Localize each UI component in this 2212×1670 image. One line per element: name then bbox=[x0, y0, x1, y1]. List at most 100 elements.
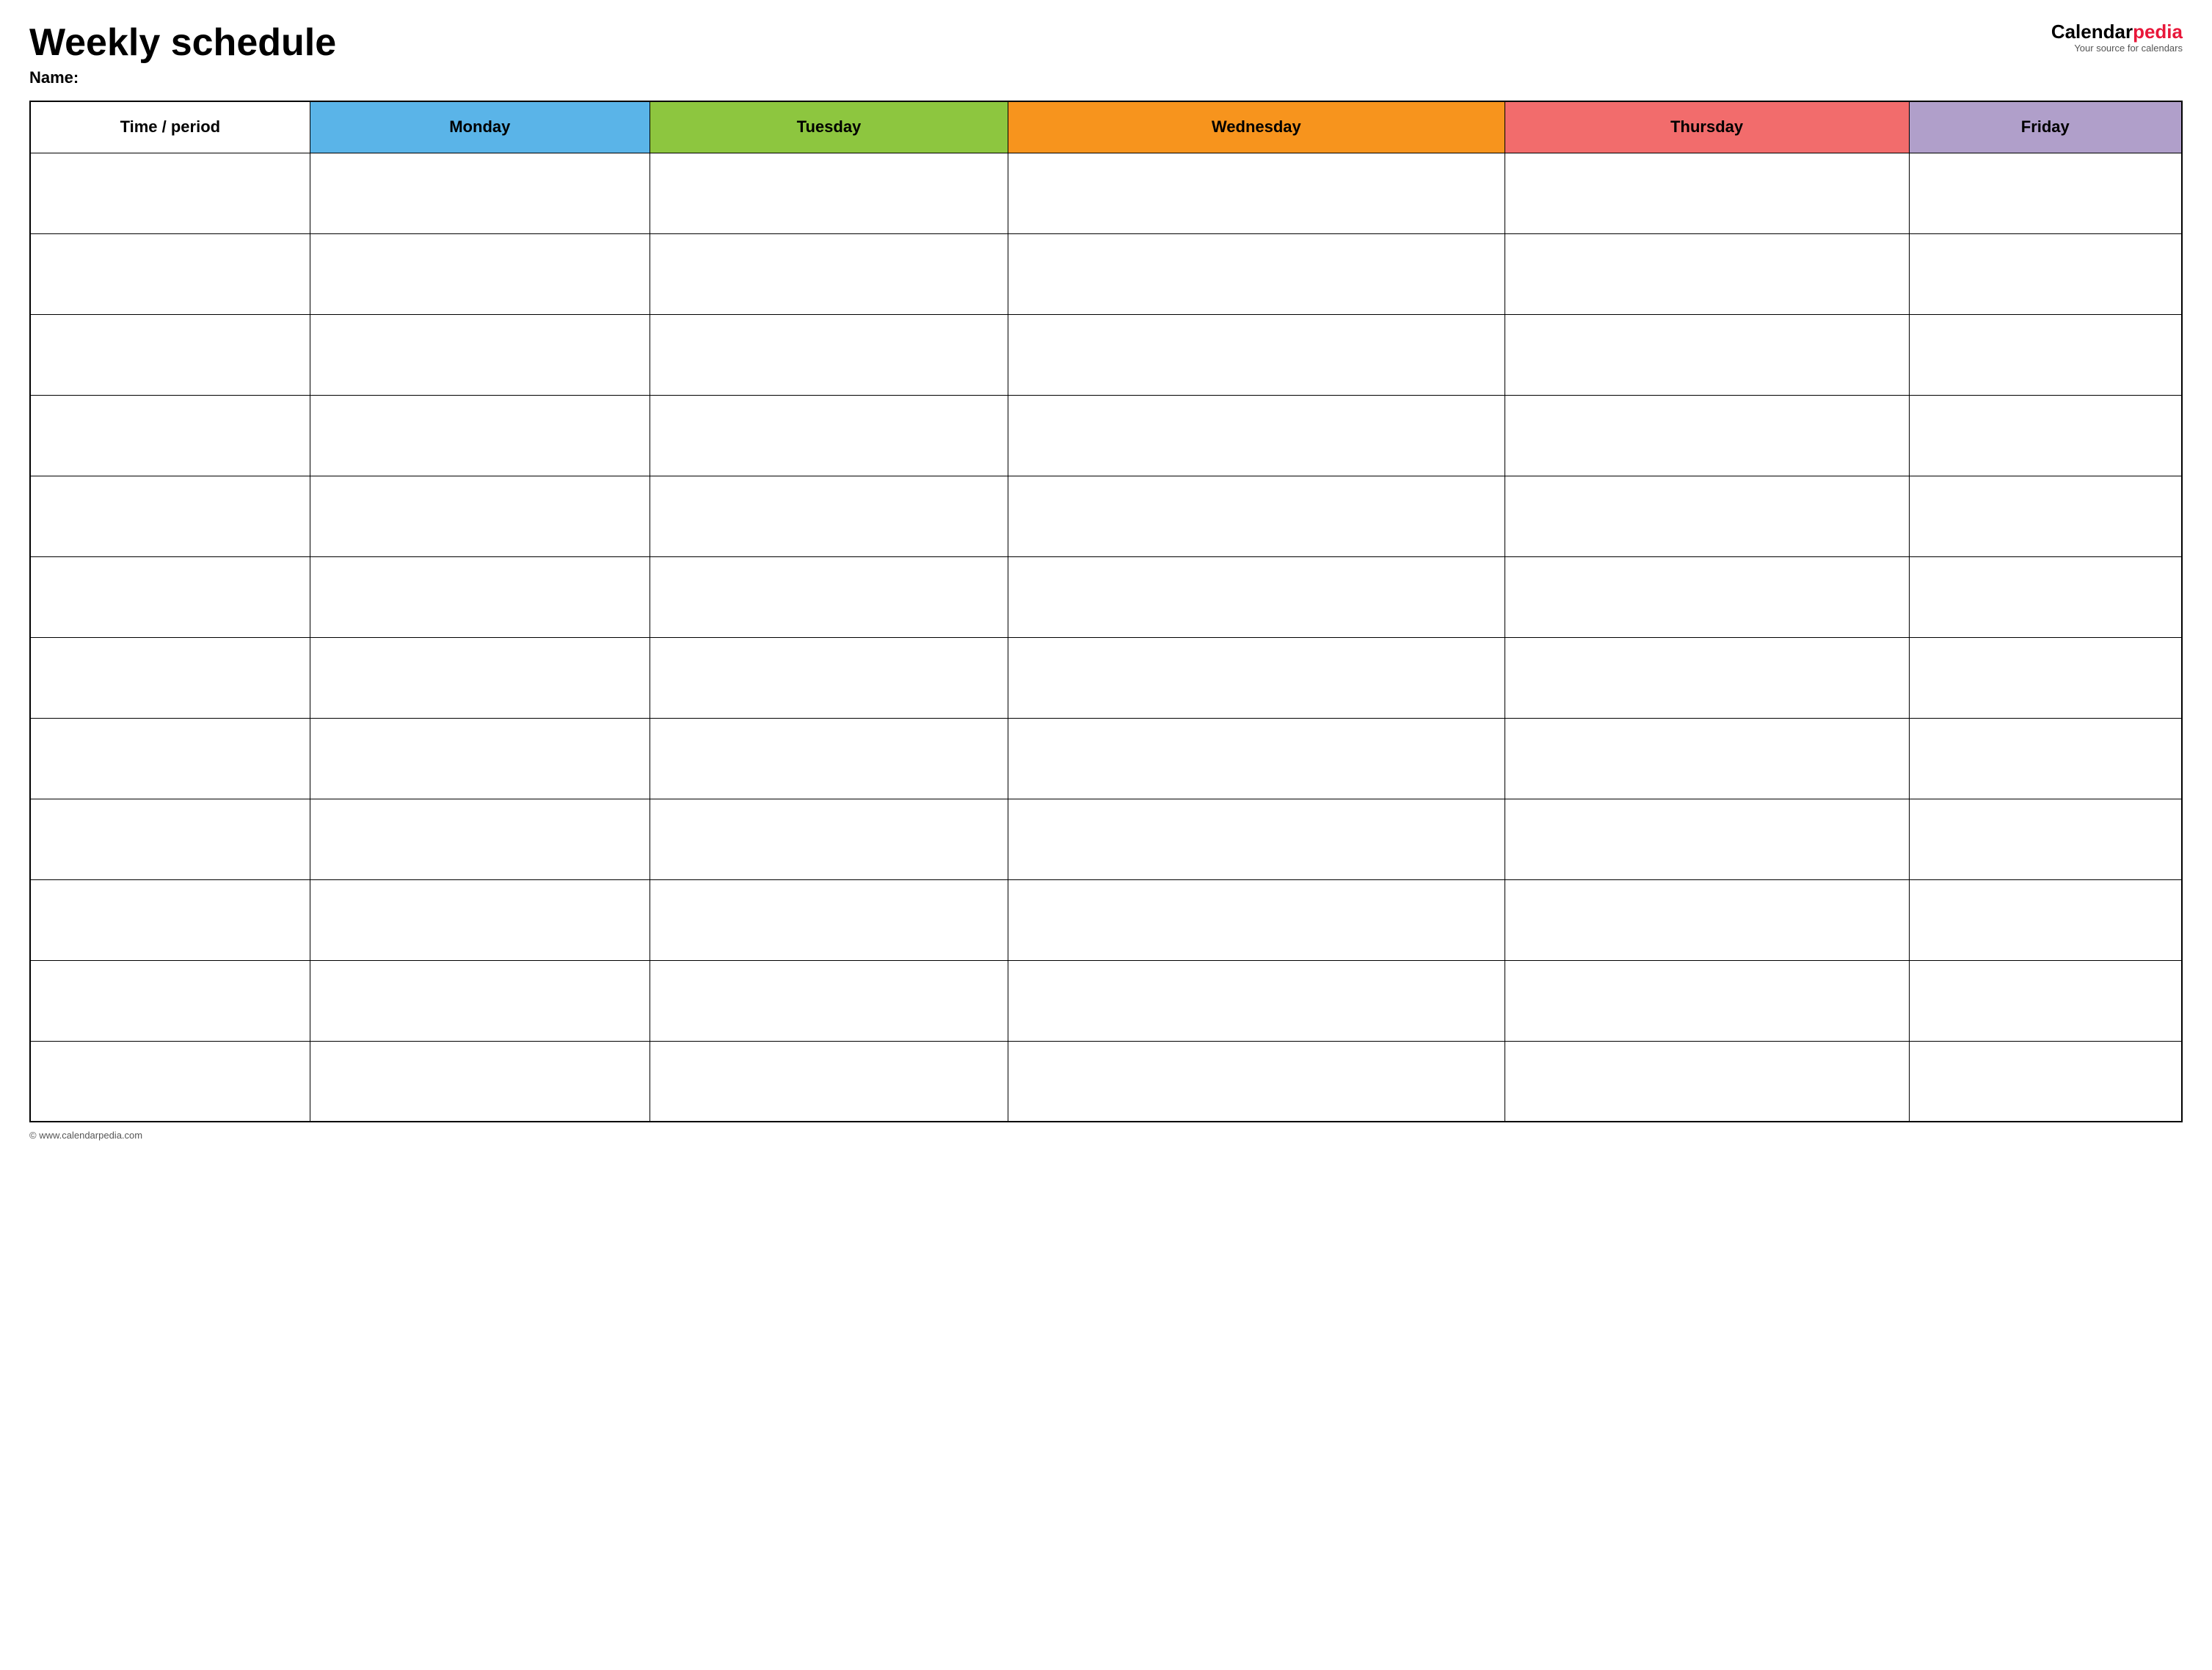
table-row bbox=[30, 799, 2182, 879]
table-cell[interactable] bbox=[1505, 799, 1909, 879]
table-cell[interactable] bbox=[1008, 960, 1505, 1041]
table-cell[interactable] bbox=[1008, 153, 1505, 233]
table-cell[interactable] bbox=[1505, 314, 1909, 395]
table-cell[interactable] bbox=[1909, 476, 2182, 556]
logo-section: Calendarpedia Your source for calendars bbox=[2051, 22, 2183, 54]
col-header-monday: Monday bbox=[310, 101, 650, 153]
table-cell[interactable] bbox=[1008, 718, 1505, 799]
table-cell[interactable] bbox=[1008, 799, 1505, 879]
table-cell[interactable] bbox=[1008, 1041, 1505, 1122]
table-cell[interactable] bbox=[1909, 556, 2182, 637]
table-cell[interactable] bbox=[1505, 476, 1909, 556]
table-cell[interactable] bbox=[1505, 960, 1909, 1041]
table-cell[interactable] bbox=[30, 314, 310, 395]
name-label: Name: bbox=[29, 68, 336, 87]
logo-subtitle: Your source for calendars bbox=[2074, 43, 2183, 54]
table-row bbox=[30, 476, 2182, 556]
table-cell[interactable] bbox=[650, 233, 1008, 314]
table-cell[interactable] bbox=[310, 718, 650, 799]
table-cell[interactable] bbox=[30, 395, 310, 476]
table-cell[interactable] bbox=[650, 153, 1008, 233]
table-row bbox=[30, 637, 2182, 718]
table-cell[interactable] bbox=[650, 476, 1008, 556]
table-cell[interactable] bbox=[1505, 153, 1909, 233]
table-cell[interactable] bbox=[310, 153, 650, 233]
table-cell[interactable] bbox=[1505, 556, 1909, 637]
col-header-time: Time / period bbox=[30, 101, 310, 153]
table-row bbox=[30, 1041, 2182, 1122]
table-cell[interactable] bbox=[650, 718, 1008, 799]
table-cell[interactable] bbox=[1008, 314, 1505, 395]
col-header-wednesday: Wednesday bbox=[1008, 101, 1505, 153]
table-cell[interactable] bbox=[1909, 395, 2182, 476]
table-body bbox=[30, 153, 2182, 1122]
table-cell[interactable] bbox=[650, 637, 1008, 718]
table-cell[interactable] bbox=[310, 637, 650, 718]
table-cell[interactable] bbox=[1008, 637, 1505, 718]
col-header-thursday: Thursday bbox=[1505, 101, 1909, 153]
table-cell[interactable] bbox=[1909, 637, 2182, 718]
table-cell[interactable] bbox=[30, 799, 310, 879]
table-cell[interactable] bbox=[310, 879, 650, 960]
table-cell[interactable] bbox=[1505, 395, 1909, 476]
table-cell[interactable] bbox=[1909, 233, 2182, 314]
table-cell[interactable] bbox=[30, 476, 310, 556]
table-cell[interactable] bbox=[1909, 960, 2182, 1041]
footer: © www.calendarpedia.com bbox=[29, 1130, 2183, 1141]
table-cell[interactable] bbox=[30, 718, 310, 799]
table-row bbox=[30, 314, 2182, 395]
table-cell[interactable] bbox=[30, 153, 310, 233]
table-cell[interactable] bbox=[310, 314, 650, 395]
table-cell[interactable] bbox=[650, 314, 1008, 395]
table-cell[interactable] bbox=[30, 1041, 310, 1122]
logo-pedia: pedia bbox=[2133, 21, 2183, 43]
schedule-table: Time / period Monday Tuesday Wednesday T… bbox=[29, 101, 2183, 1122]
table-cell[interactable] bbox=[1505, 233, 1909, 314]
table-cell[interactable] bbox=[650, 960, 1008, 1041]
table-row bbox=[30, 960, 2182, 1041]
table-header: Time / period Monday Tuesday Wednesday T… bbox=[30, 101, 2182, 153]
table-cell[interactable] bbox=[650, 395, 1008, 476]
table-cell[interactable] bbox=[1505, 718, 1909, 799]
table-cell[interactable] bbox=[30, 637, 310, 718]
table-cell[interactable] bbox=[30, 960, 310, 1041]
table-cell[interactable] bbox=[650, 556, 1008, 637]
table-cell[interactable] bbox=[1909, 1041, 2182, 1122]
table-cell[interactable] bbox=[310, 1041, 650, 1122]
table-cell[interactable] bbox=[1909, 799, 2182, 879]
table-cell[interactable] bbox=[650, 879, 1008, 960]
table-cell[interactable] bbox=[1008, 233, 1505, 314]
table-cell[interactable] bbox=[1909, 314, 2182, 395]
col-header-friday: Friday bbox=[1909, 101, 2182, 153]
copyright: © www.calendarpedia.com bbox=[29, 1130, 142, 1141]
table-cell[interactable] bbox=[1909, 153, 2182, 233]
table-cell[interactable] bbox=[1909, 718, 2182, 799]
table-cell[interactable] bbox=[310, 556, 650, 637]
table-row bbox=[30, 395, 2182, 476]
table-cell[interactable] bbox=[1505, 637, 1909, 718]
table-cell[interactable] bbox=[1505, 879, 1909, 960]
table-cell[interactable] bbox=[310, 960, 650, 1041]
table-cell[interactable] bbox=[1008, 476, 1505, 556]
table-cell[interactable] bbox=[30, 556, 310, 637]
table-cell[interactable] bbox=[310, 476, 650, 556]
table-row bbox=[30, 718, 2182, 799]
table-cell[interactable] bbox=[1008, 556, 1505, 637]
table-cell[interactable] bbox=[1008, 879, 1505, 960]
table-cell[interactable] bbox=[1505, 1041, 1909, 1122]
table-cell[interactable] bbox=[310, 799, 650, 879]
table-row bbox=[30, 153, 2182, 233]
page-header: Weekly schedule Name: Calendarpedia Your… bbox=[29, 22, 2183, 87]
table-cell[interactable] bbox=[1008, 395, 1505, 476]
col-header-tuesday: Tuesday bbox=[650, 101, 1008, 153]
table-cell[interactable] bbox=[30, 233, 310, 314]
table-cell[interactable] bbox=[30, 879, 310, 960]
table-row bbox=[30, 556, 2182, 637]
table-cell[interactable] bbox=[650, 799, 1008, 879]
table-cell[interactable] bbox=[310, 233, 650, 314]
table-cell[interactable] bbox=[650, 1041, 1008, 1122]
table-row bbox=[30, 879, 2182, 960]
table-cell[interactable] bbox=[310, 395, 650, 476]
logo-calendar: Calendar bbox=[2051, 21, 2133, 43]
table-cell[interactable] bbox=[1909, 879, 2182, 960]
